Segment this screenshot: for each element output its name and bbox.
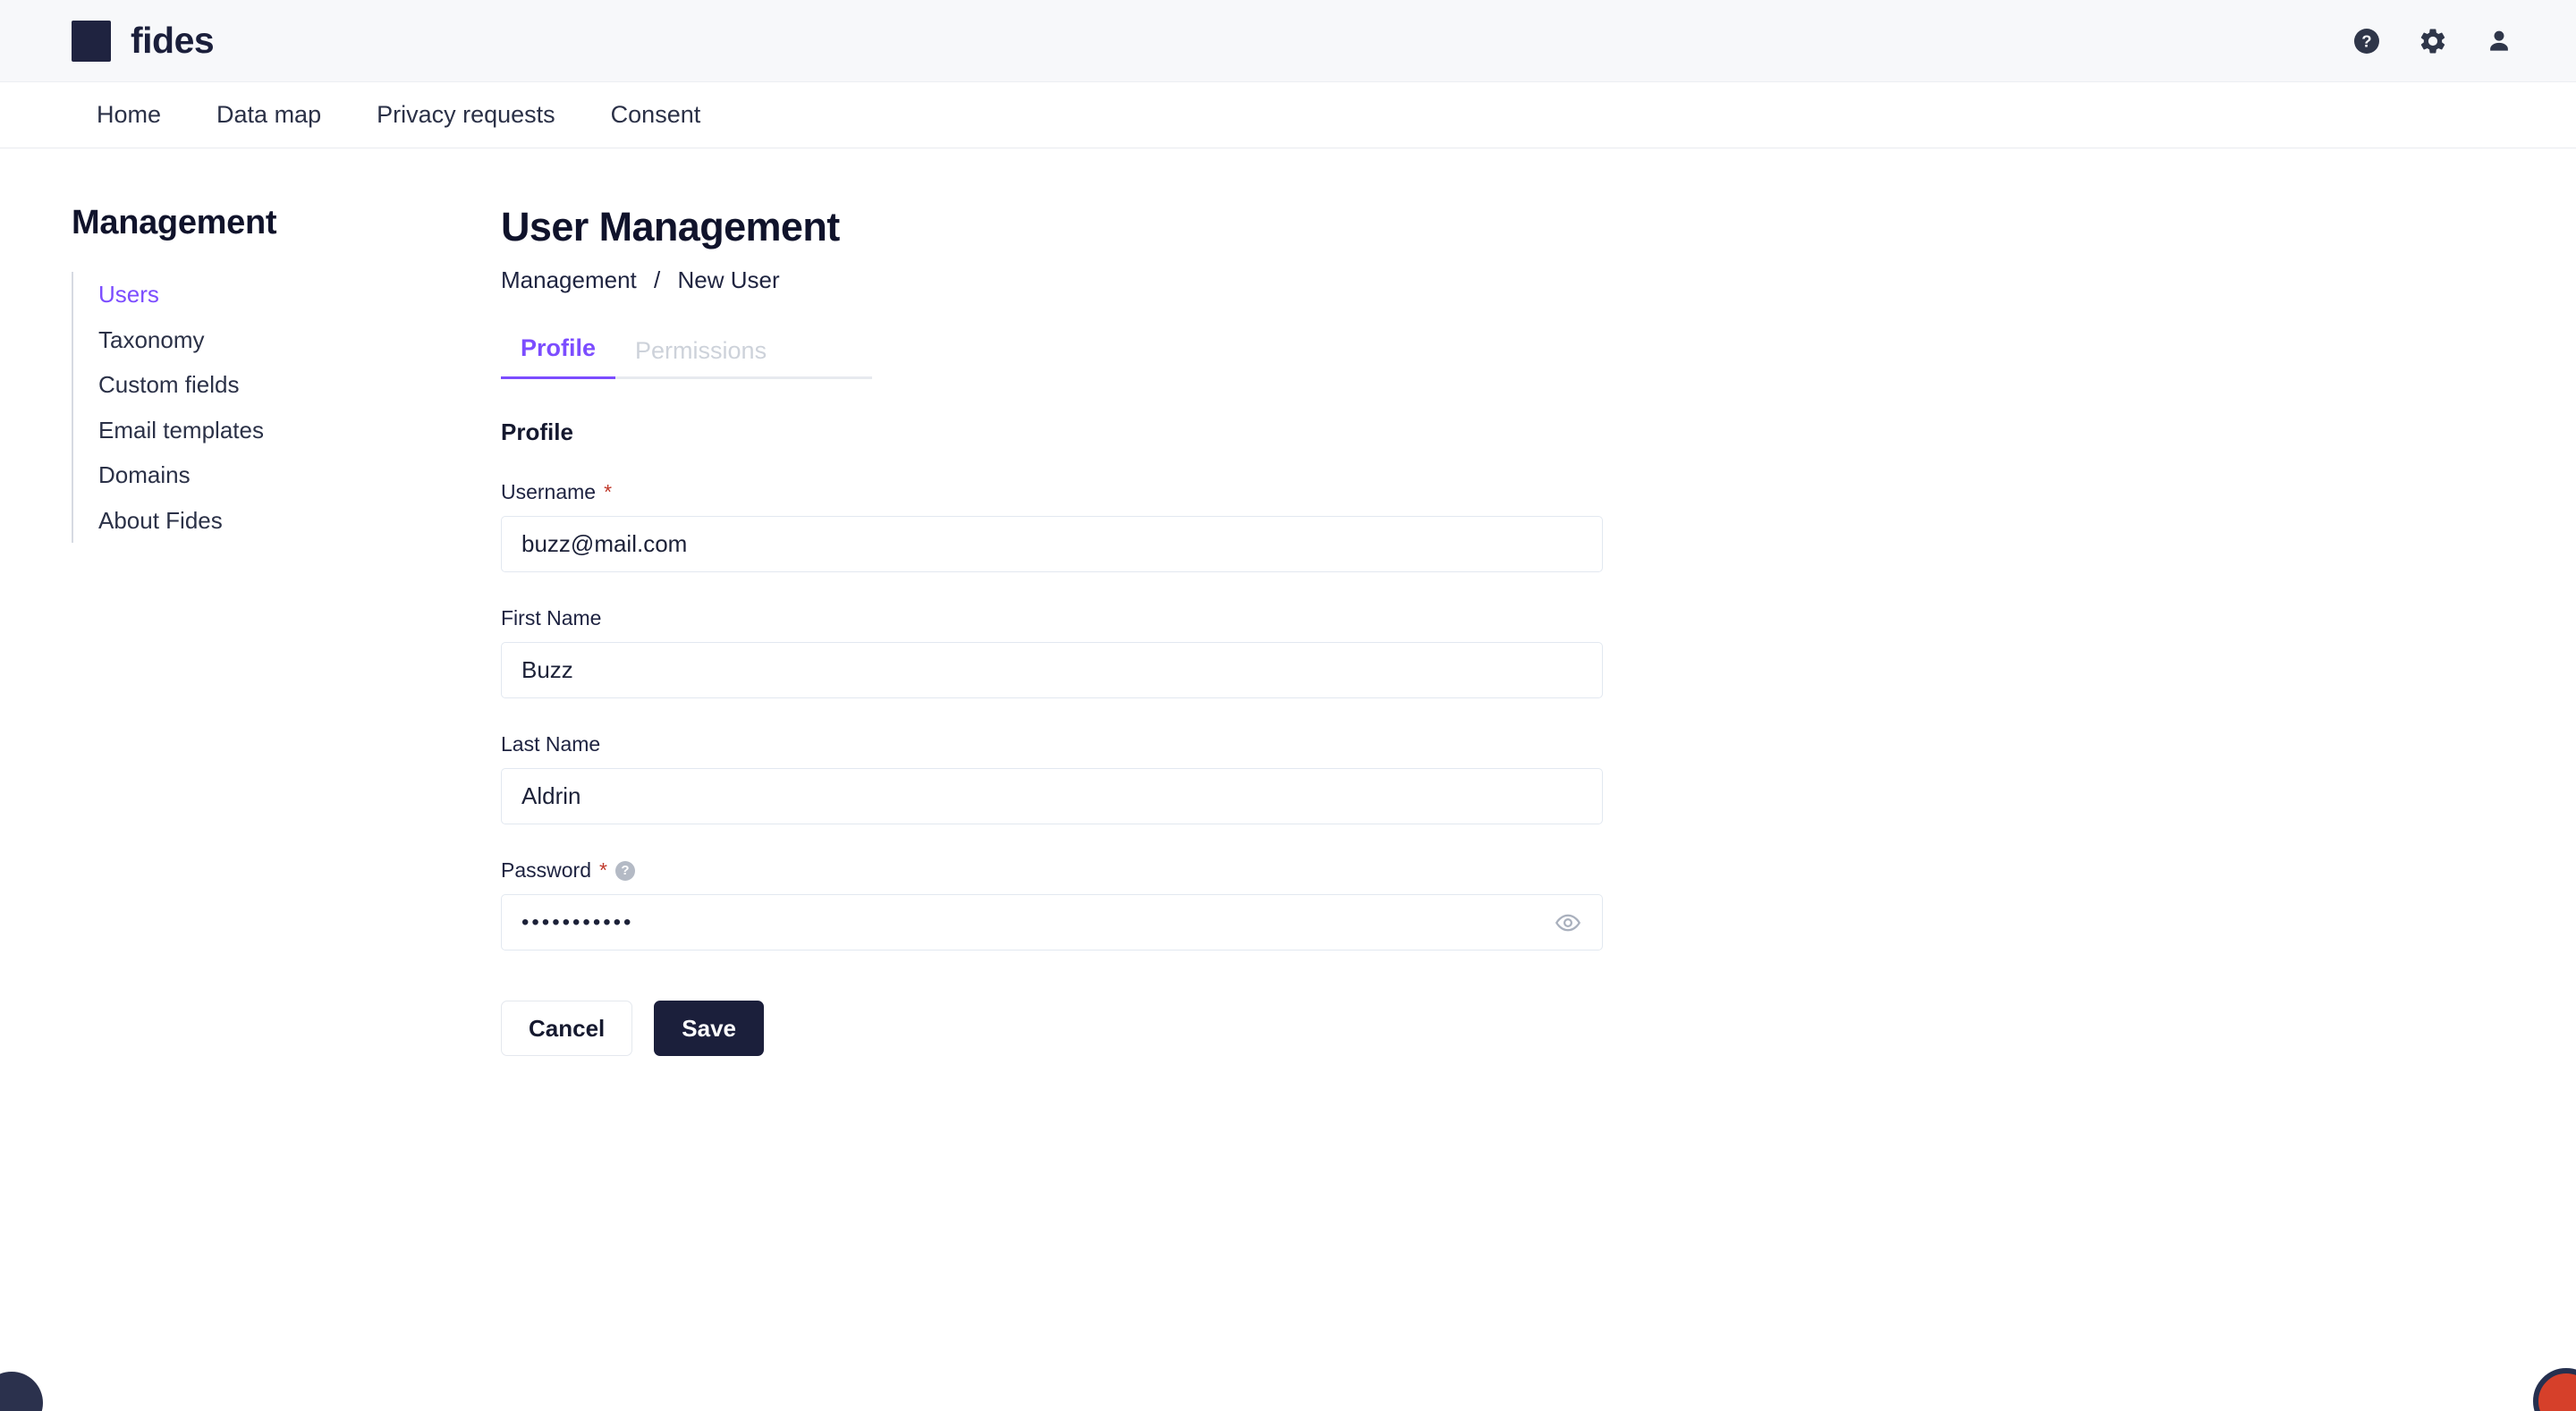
topbar-icon-group: ? [2351, 25, 2515, 57]
toggle-password-visibility-eye-icon[interactable] [1551, 906, 1585, 940]
password-label: Password [501, 858, 591, 882]
username-label-row: Username * [501, 480, 2576, 504]
first-name-label-row: First Name [501, 606, 2576, 630]
app-window: fides ? Home Data map Privacy requests C… [0, 0, 2576, 1411]
username-label: Username [501, 480, 597, 503]
last-name-input-wrap [501, 768, 1603, 824]
brand-logo[interactable]: fides [72, 20, 215, 62]
field-username: Username * [501, 480, 2576, 572]
username-input-wrap [501, 516, 1603, 572]
sidebar-item-domains[interactable]: Domains [73, 452, 429, 498]
nav-item-consent[interactable]: Consent [583, 101, 729, 129]
logo-square-icon [72, 20, 111, 62]
management-sidebar: Management Users Taxonomy Custom fields … [0, 204, 429, 1056]
sidebar-item-custom-fields[interactable]: Custom fields [73, 362, 429, 408]
password-label-row: Password * ? [501, 858, 2576, 883]
sidebar-item-email-templates[interactable]: Email templates [73, 408, 429, 453]
password-input-wrap [501, 894, 1603, 951]
save-button[interactable]: Save [654, 1001, 764, 1056]
page-title: User Management [501, 204, 840, 249]
nav-item-data-map[interactable]: Data map [189, 101, 349, 129]
main-content: User Management Management / New User Pr… [429, 204, 2576, 1056]
first-name-input[interactable] [501, 642, 1603, 698]
breadcrumb: Management / New User [501, 266, 2576, 294]
last-name-label-row: Last Name [501, 732, 2576, 756]
sidebar-item-about-fides[interactable]: About Fides [73, 498, 429, 544]
tab-profile[interactable]: Profile [501, 334, 616, 379]
sidebar-item-users[interactable]: Users [73, 272, 429, 317]
first-name-label: First Name [501, 606, 602, 629]
field-last-name: Last Name [501, 732, 2576, 824]
help-icon[interactable]: ? [2351, 25, 2383, 57]
field-first-name: First Name [501, 606, 2576, 698]
form-actions: Cancel Save [501, 1001, 2576, 1056]
main-navigation: Home Data map Privacy requests Consent [0, 82, 2576, 148]
last-name-input[interactable] [501, 768, 1603, 824]
username-input[interactable] [501, 516, 1603, 572]
bottom-right-corner-widget[interactable] [2533, 1368, 2576, 1411]
field-password: Password * ? [501, 858, 2576, 951]
svg-text:?: ? [2361, 31, 2371, 50]
sidebar-list: Users Taxonomy Custom fields Email templ… [72, 272, 429, 543]
sidebar-item-taxonomy[interactable]: Taxonomy [73, 317, 429, 363]
first-name-input-wrap [501, 642, 1603, 698]
bottom-left-corner-widget[interactable] [0, 1372, 43, 1411]
breadcrumb-separator: / [654, 266, 661, 293]
user-icon[interactable] [2483, 25, 2515, 57]
cancel-button[interactable]: Cancel [501, 1001, 633, 1056]
nav-item-home[interactable]: Home [72, 101, 189, 129]
breadcrumb-root[interactable]: Management [501, 266, 637, 293]
top-bar: fides ? [0, 0, 2576, 82]
brand-name: fides [131, 20, 215, 61]
username-required-asterisk: * [604, 480, 613, 503]
tab-permissions[interactable]: Permissions [615, 337, 786, 379]
password-input[interactable] [501, 894, 1603, 951]
gear-icon[interactable] [2417, 25, 2449, 57]
form-section-heading: Profile [501, 418, 573, 445]
sidebar-title: Management [72, 204, 277, 241]
password-required-asterisk: * [598, 858, 607, 882]
password-help-icon[interactable]: ? [614, 860, 635, 881]
last-name-label: Last Name [501, 732, 601, 756]
breadcrumb-current: New User [677, 266, 780, 293]
nav-item-privacy-requests[interactable]: Privacy requests [349, 101, 583, 129]
page-body: Management Users Taxonomy Custom fields … [0, 148, 2576, 1056]
tab-bar: Profile Permissions [501, 332, 872, 379]
